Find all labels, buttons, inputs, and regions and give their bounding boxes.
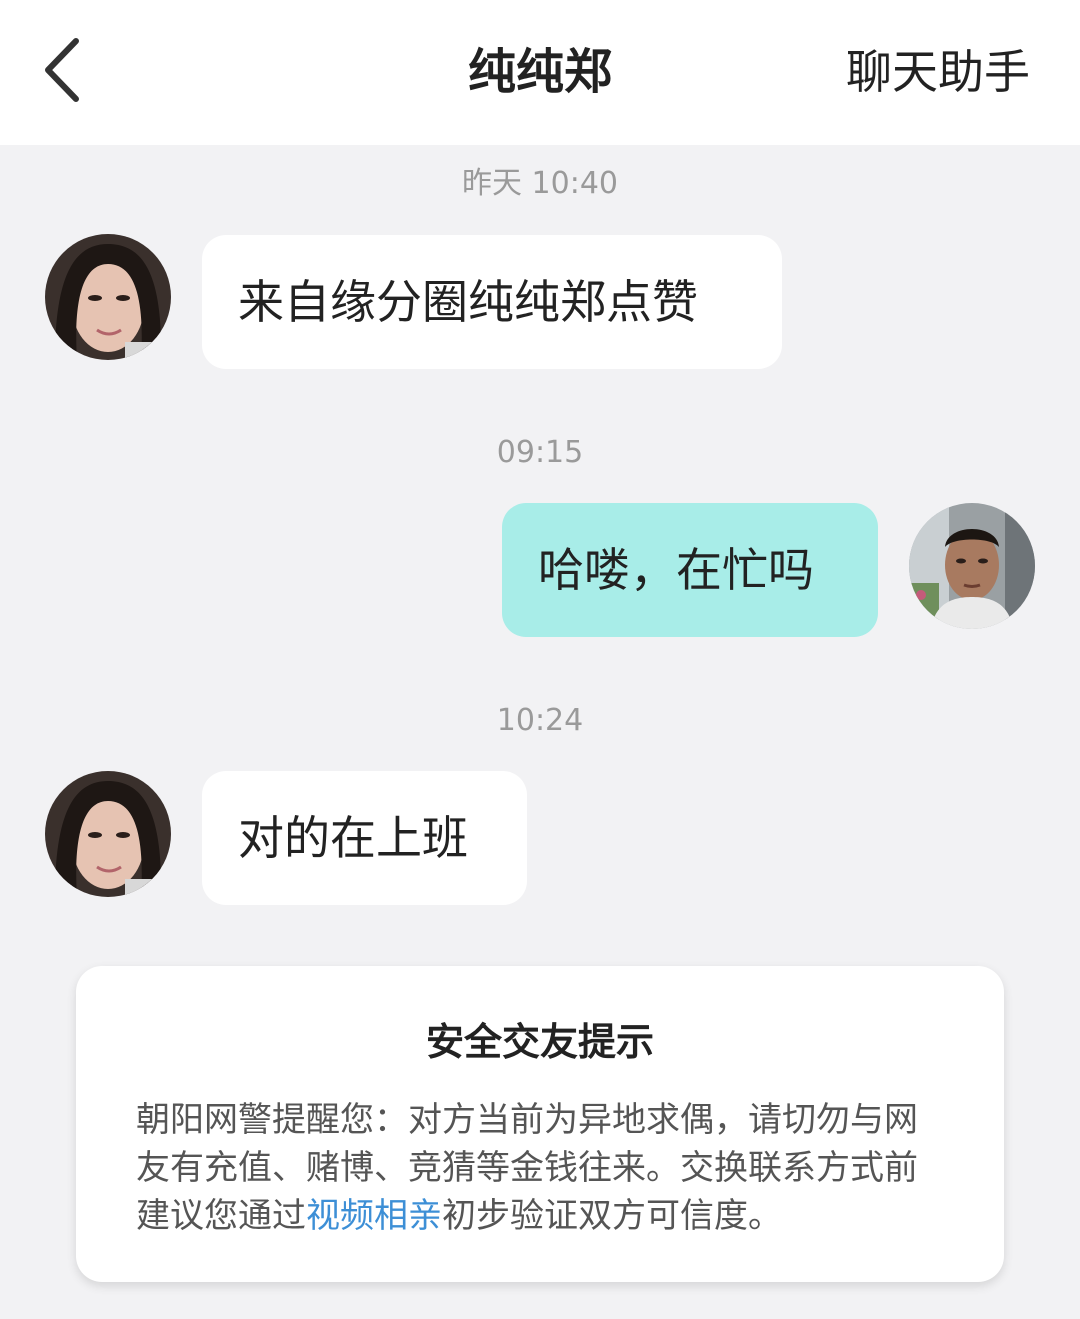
my-avatar[interactable] xyxy=(909,503,1035,629)
contact-avatar[interactable] xyxy=(45,771,171,897)
message-timestamp: 昨天 10:40 xyxy=(462,166,618,201)
back-button[interactable] xyxy=(22,30,102,110)
contact-avatar[interactable] xyxy=(45,234,171,360)
safety-tip-text-after: 初步验证双方可信度。 xyxy=(442,1196,782,1236)
chat-title: 纯纯郑 xyxy=(467,44,612,100)
message-timestamp: 09:15 xyxy=(496,435,584,470)
message-bubble-incoming[interactable]: 对的在上班 xyxy=(202,771,527,905)
chevron-left-icon xyxy=(45,38,79,102)
safety-tip-text: 朝阳网警提醒您：对方当前为异地求偶，请切勿与网友有充值、赌博、竞猜等金钱往来。交… xyxy=(136,1096,936,1240)
nav-bar: 纯纯郑 聊天助手 xyxy=(0,0,1080,145)
message-timestamp: 10:24 xyxy=(496,703,584,738)
chat-assistant-button[interactable]: 聊天助手 xyxy=(846,40,1030,104)
message-bubble-incoming[interactable]: 来自缘分圈纯纯郑点赞 xyxy=(202,235,782,369)
message-bubble-outgoing[interactable]: 哈喽，在忙吗 xyxy=(502,503,878,637)
video-dating-link[interactable]: 视频相亲 xyxy=(306,1196,442,1236)
safety-tip-card: 安全交友提示 朝阳网警提醒您：对方当前为异地求偶，请切勿与网友有充值、赌博、竞猜… xyxy=(76,966,1004,1282)
safety-tip-title: 安全交友提示 xyxy=(425,1020,654,1064)
